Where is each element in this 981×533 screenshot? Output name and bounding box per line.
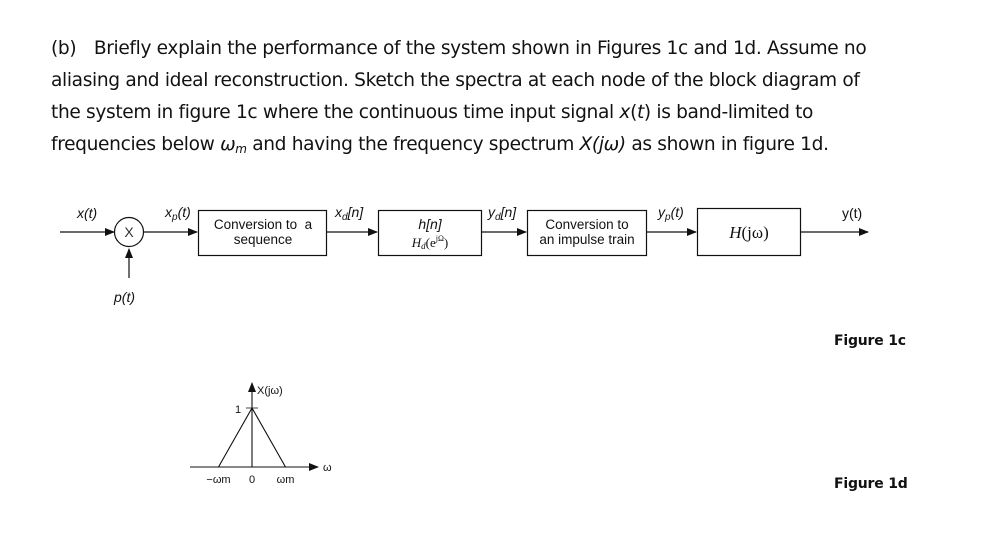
block-conversion-to-impulse-train-line1: Conversion to bbox=[545, 217, 628, 232]
peak-value-label: 1 bbox=[235, 404, 241, 416]
xp-signal-label: xp(t) bbox=[164, 204, 191, 223]
block-discrete-filter-impulse-response: h[n] bbox=[418, 216, 442, 232]
y-axis-label: X(jω) bbox=[257, 385, 283, 397]
input-signal-label: x(t) bbox=[76, 205, 97, 221]
block-conversion-to-sequence-line1: Conversion to a bbox=[214, 217, 313, 232]
carrier-signal-label: p(t) bbox=[113, 289, 135, 305]
tick-label-zero: 0 bbox=[249, 474, 255, 486]
figure-1d-caption: Figure 1d bbox=[834, 476, 908, 492]
block-conversion-to-impulse-train-line2: an impulse train bbox=[539, 232, 634, 247]
yp-signal-label: yp(t) bbox=[657, 204, 684, 223]
block-conversion-to-sequence-line2: sequence bbox=[234, 232, 293, 247]
xd-signal-label: xd[n] bbox=[334, 204, 364, 223]
spectrum-plot-figure-1d: X(jω) 1 ω −ωm 0 ωm bbox=[190, 382, 332, 486]
tick-label-omega-m: ωm bbox=[277, 474, 295, 486]
output-signal-label: y(t) bbox=[842, 205, 862, 221]
x-axis-label: ω bbox=[323, 462, 332, 474]
tick-label-neg-omega-m: −ωm bbox=[206, 474, 230, 486]
yd-signal-label: yd[n] bbox=[487, 204, 517, 223]
block-reconstruction-filter-label: H(jω) bbox=[728, 223, 769, 242]
figure-1c-caption: Figure 1c bbox=[834, 333, 906, 349]
block-diagram-figure-1c: x(t) X p(t) xp(t) Conversion to a sequen… bbox=[60, 204, 869, 486]
multiplier-symbol: X bbox=[124, 224, 134, 240]
